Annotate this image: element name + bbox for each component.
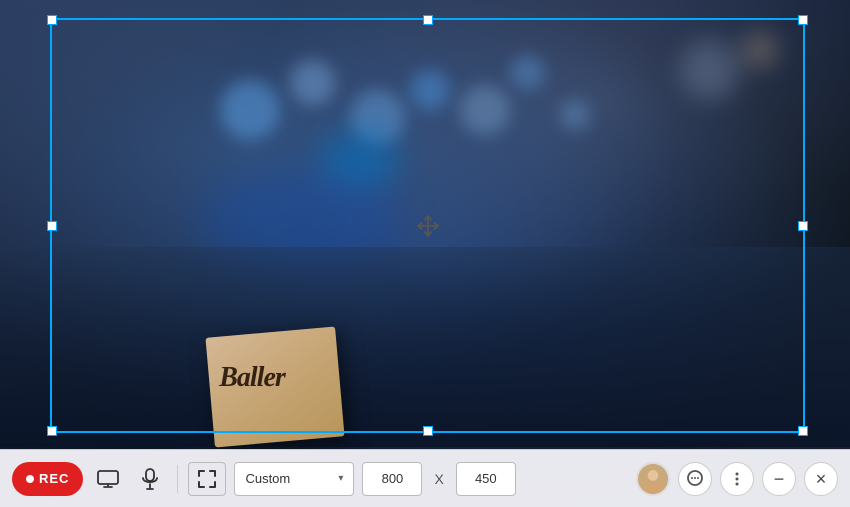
bokeh-circle bbox=[290, 60, 335, 105]
bokeh-circle bbox=[410, 70, 450, 110]
monitor-button[interactable] bbox=[91, 462, 125, 496]
close-icon: × bbox=[816, 470, 827, 488]
minus-icon: − bbox=[774, 470, 785, 488]
rec-button[interactable]: REC bbox=[12, 462, 83, 496]
height-input[interactable] bbox=[456, 462, 516, 496]
bokeh-circle bbox=[460, 85, 510, 135]
book-text: Baller bbox=[219, 362, 329, 394]
toolbar-separator bbox=[177, 465, 178, 493]
more-options-icon bbox=[728, 470, 746, 488]
screen-recorder-scene: Baller REC bbox=[0, 0, 850, 507]
dropdown-arrow-icon: ▾ bbox=[338, 473, 343, 484]
dropdown-selected-value: Custom bbox=[245, 471, 290, 486]
bokeh-circle bbox=[220, 80, 280, 140]
chat-button[interactable] bbox=[678, 462, 712, 496]
minimize-button[interactable]: − bbox=[762, 462, 796, 496]
rec-label: REC bbox=[39, 471, 69, 486]
expand-icon bbox=[198, 470, 216, 488]
rec-indicator bbox=[26, 475, 34, 483]
book-object: Baller bbox=[205, 327, 344, 448]
toolbar: REC Custom ▾ bbox=[0, 449, 850, 507]
microphone-icon bbox=[142, 468, 158, 490]
bokeh-circle bbox=[510, 55, 545, 90]
avatar[interactable] bbox=[636, 462, 670, 496]
resolution-dropdown[interactable]: Custom ▾ bbox=[234, 462, 354, 496]
monitor-icon bbox=[97, 470, 119, 488]
dimension-separator: X bbox=[430, 471, 447, 487]
width-input[interactable] bbox=[362, 462, 422, 496]
microphone-button[interactable] bbox=[133, 462, 167, 496]
avatar-image bbox=[638, 462, 668, 496]
chat-icon bbox=[685, 469, 705, 489]
more-options-button[interactable] bbox=[720, 462, 754, 496]
bokeh-circle bbox=[680, 40, 740, 100]
surface-area bbox=[0, 247, 850, 447]
expand-button[interactable] bbox=[188, 462, 226, 496]
bokeh-circle bbox=[560, 100, 590, 130]
close-button[interactable]: × bbox=[804, 462, 838, 496]
bokeh-circle bbox=[740, 30, 780, 70]
